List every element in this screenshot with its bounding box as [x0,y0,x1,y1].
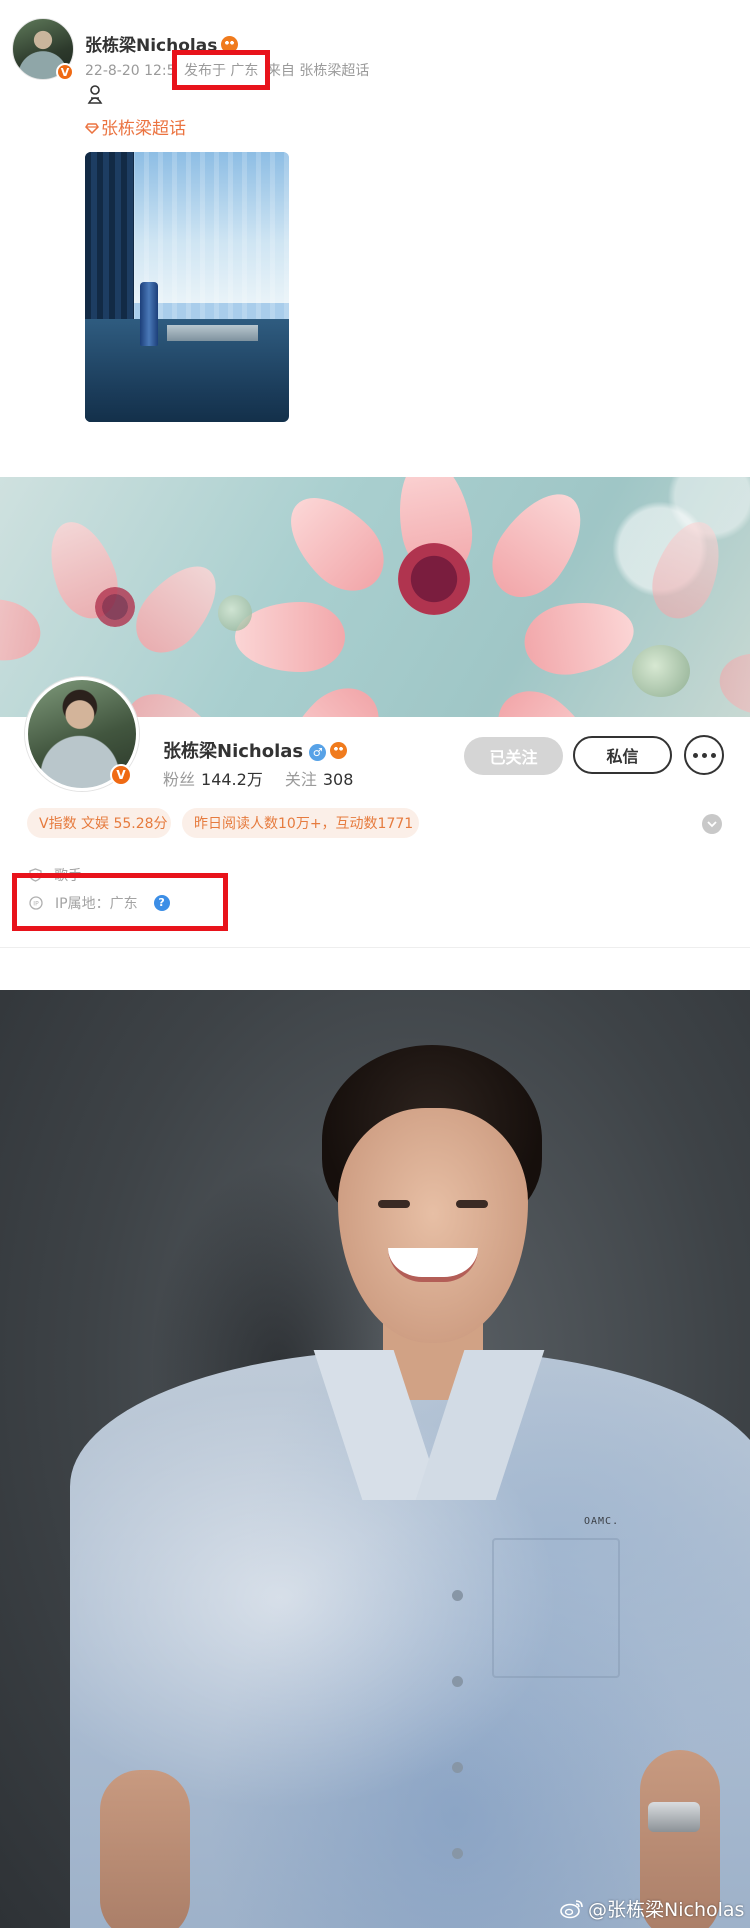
following-label[interactable]: 关注 [285,770,317,789]
more-icon [710,752,716,758]
flower-petal [0,590,46,667]
verified-badge-icon: V [56,63,74,81]
profile-name-text: 张栋梁Nicholas [163,741,304,762]
post-image[interactable] [85,152,289,422]
fans-count[interactable]: 144.2万 [201,770,263,789]
profile-name: 张栋梁Nicholas ♂ [163,737,348,763]
shirt-button [452,1848,463,1859]
verified-badge-icon: V [110,764,132,786]
v-index-tag[interactable]: V指数 文娱 55.28分 [27,808,171,838]
flower-center [398,543,470,615]
left-arm [100,1770,190,1928]
flower-bud [218,595,252,631]
more-button[interactable] [684,735,724,775]
emoji-badge-icon [330,742,348,759]
flower-bud [632,645,690,697]
profile-card: V 张栋梁Nicholas ♂ 粉丝 144.2万 关注 308 已关注 私信 V指数 … [0,477,750,957]
section-divider [0,947,750,948]
flower-petal [476,477,600,613]
post-timestamp: 22-8-20 12:5 [85,63,176,79]
flower-petal [641,512,733,628]
flower-petal [518,593,640,682]
shirt-pocket [492,1538,620,1678]
weibo-logo-icon [560,1899,583,1918]
figure-emoji-icon [87,85,103,104]
more-icon [701,752,707,758]
post-source[interactable]: 来自 张栋梁超话 [267,63,369,79]
watermark-text: @张栋梁Nicholas [588,1899,745,1921]
shirt-brand: OAMC. [584,1516,620,1527]
wristwatch [648,1802,700,1832]
post-content-emoji [86,85,104,109]
shirt-button [452,1762,463,1773]
weibo-watermark: @张栋梁Nicholas [560,1895,744,1922]
profile-counts: 粉丝 144.2万 关注 308 [163,766,375,790]
books [166,324,259,341]
shirt-button [452,1590,463,1601]
fans-label[interactable]: 粉丝 [163,770,195,789]
reading-stats-tag[interactable]: 昨日阅读人数10万+，互动数1771 [182,808,419,838]
right-eye [456,1200,488,1208]
flower-petal [122,551,233,667]
water-bottle [140,281,159,347]
flower-petal [272,479,400,607]
flower-petal [267,672,395,717]
followed-button[interactable]: 已关注 [464,737,563,775]
flower-petal [482,675,612,717]
weibo-post: V 张栋梁Nicholas 22-8-20 12:5 发布于 广东 来自 张栋梁… [0,0,750,470]
male-icon: ♂ [309,744,327,761]
following-count[interactable]: 308 [323,770,354,789]
chevron-down-icon [707,820,717,827]
flower-center [95,587,135,627]
flower-petal [714,647,750,717]
diamond-icon [85,123,99,134]
location-highlight-box [172,50,270,90]
shirt-button [452,1676,463,1687]
more-icon [692,752,698,758]
ip-highlight-box [12,873,228,931]
topic-link[interactable]: 张栋梁超话 [85,114,186,139]
topic-label: 张栋梁超话 [101,119,186,139]
left-eye [378,1200,410,1208]
message-button[interactable]: 私信 [573,736,672,774]
portrait-photo: OAMC. [0,990,750,1928]
expand-button[interactable] [702,814,722,834]
profile-cover-image [0,477,750,717]
